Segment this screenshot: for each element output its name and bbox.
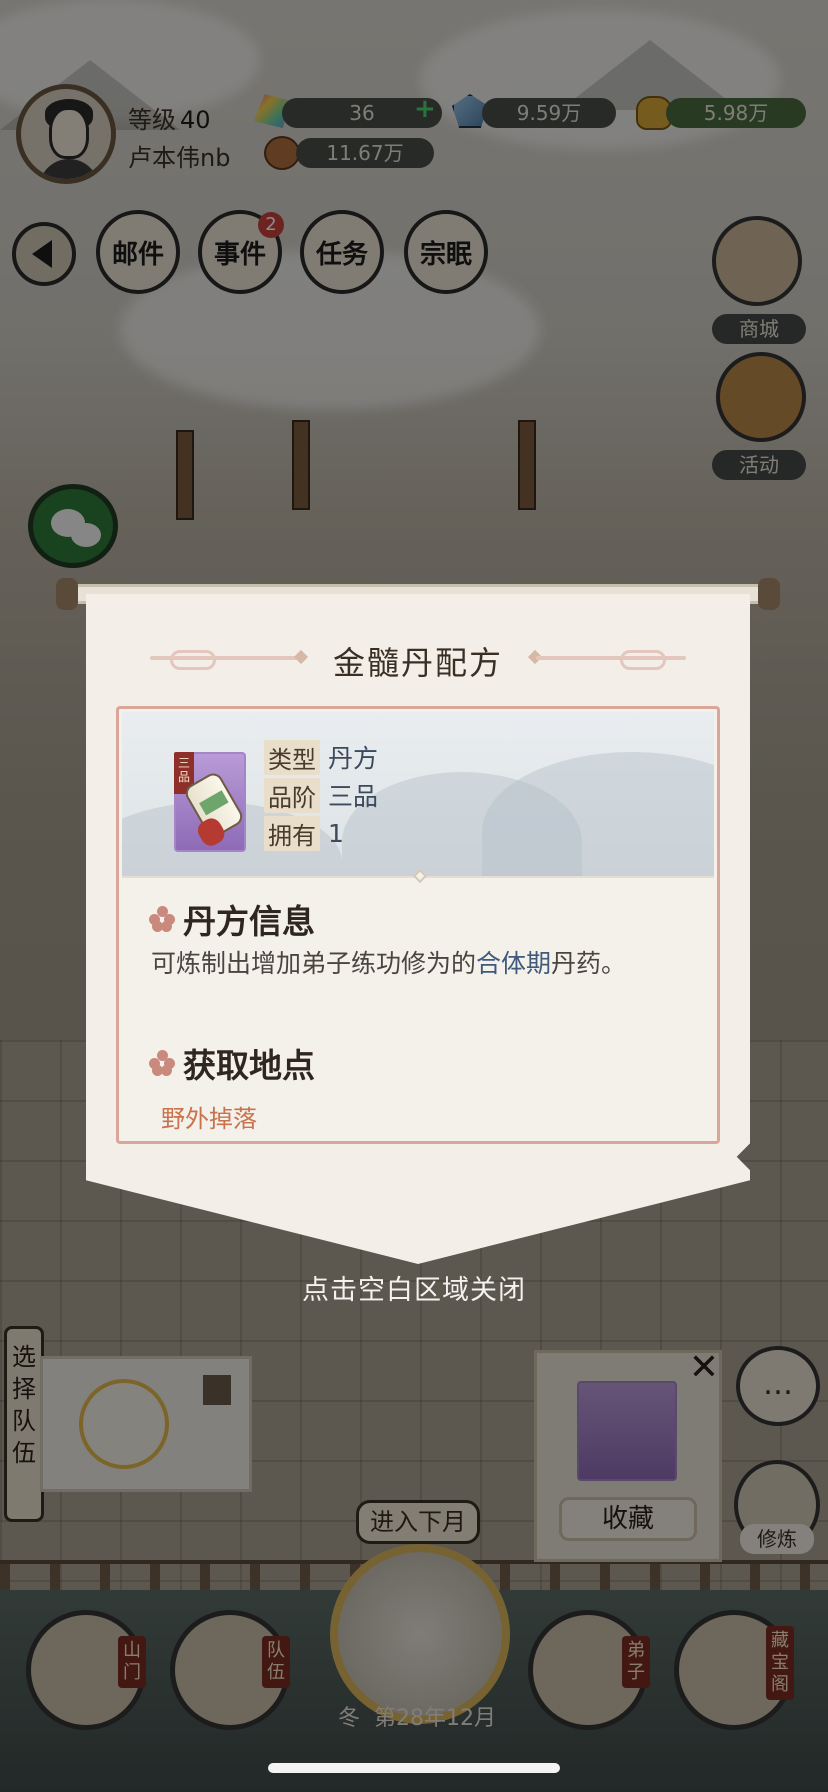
title-ornament-right	[536, 650, 686, 670]
close-hint: 点击空白区域关闭	[302, 1275, 526, 1306]
recipe-info-heading: 丹方信息	[149, 895, 315, 943]
flower-icon	[149, 1050, 175, 1076]
item-detail-panel: 三品 类型 丹方 品阶 三品 拥有 1 丹方信息 可炼制出增加弟子练功修为的合体…	[116, 706, 720, 1144]
flower-icon	[149, 906, 175, 932]
pill-recipe-icon: 三品	[174, 752, 246, 852]
scroll-rod-cap-right	[758, 578, 780, 610]
recipe-detail-modal: 金髓丹配方 三品 类型 丹方 品阶 三品 拥有 1 丹方信息 可炼制出增加弟子练…	[86, 594, 750, 1264]
type-row: 类型 丹方	[264, 738, 378, 776]
source-location: 野外掉落	[161, 1105, 257, 1133]
recipe-description: 可炼制出增加弟子练功修为的合体期丹药。	[151, 949, 627, 978]
scroll-rod-cap-left	[56, 578, 78, 610]
source-heading: 获取地点	[149, 1039, 315, 1087]
item-header: 三品 类型 丹方 品阶 三品 拥有 1	[122, 712, 714, 876]
home-indicator[interactable]	[268, 1763, 560, 1773]
owned-row: 拥有 1	[264, 814, 378, 852]
grade-row: 品阶 三品	[264, 776, 378, 814]
